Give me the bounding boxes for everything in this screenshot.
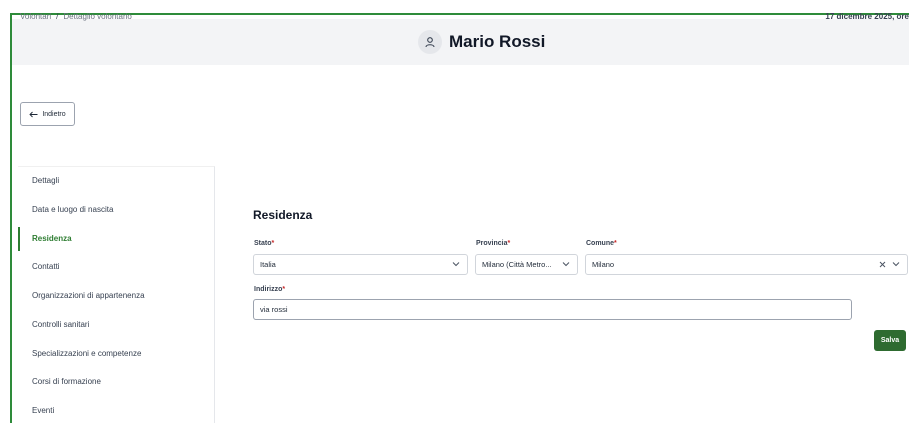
- save-button[interactable]: Salva: [874, 330, 906, 351]
- sidebar-item-organizzazioni[interactable]: Organizzazioni di appartenenza: [18, 284, 214, 308]
- header-title-group: Mario Rossi: [418, 30, 545, 54]
- chevron-down-icon: [562, 262, 570, 267]
- stato-select[interactable]: Italia: [253, 254, 468, 275]
- stato-label: Stato*: [254, 240, 275, 247]
- comune-label: Comune*: [586, 240, 617, 247]
- stato-value: Italia: [260, 260, 276, 269]
- indirizzo-input[interactable]: via rossi: [253, 299, 852, 320]
- breadcrumb-current: Dettaglio volontario: [63, 12, 132, 21]
- sidebar-item-eventi[interactable]: Eventi: [18, 399, 214, 423]
- sidebar-item-residenza[interactable]: Residenza: [18, 227, 214, 251]
- arrow-left-icon: [29, 111, 38, 117]
- sidebar-item-dettagli[interactable]: Dettagli: [18, 169, 214, 193]
- comune-value: Milano: [592, 260, 615, 269]
- sidebar: Dettagli Data e luogo di nascita Residen…: [18, 166, 215, 423]
- sidebar-item-contatti[interactable]: Contatti: [18, 255, 214, 279]
- page-title: Mario Rossi: [449, 32, 546, 51]
- breadcrumb-parent[interactable]: Volontari: [20, 12, 51, 21]
- section-title: Residenza: [253, 208, 313, 222]
- provincia-select[interactable]: Milano (Città Metro...: [475, 254, 578, 275]
- sidebar-item-controlli-sanitari[interactable]: Controlli sanitari: [18, 313, 214, 337]
- comune-select[interactable]: Milano: [585, 254, 908, 275]
- back-button[interactable]: Indietro: [20, 102, 75, 126]
- sidebar-item-specializzazioni[interactable]: Specializzazioni e competenze: [18, 342, 214, 366]
- indirizzo-label: Indirizzo*: [254, 286, 286, 293]
- breadcrumb-separator: /: [56, 12, 59, 21]
- provincia-value: Milano (Città Metro...: [482, 260, 552, 269]
- breadcrumb: Volontari / Dettaglio volontario: [20, 12, 132, 21]
- user-icon: [418, 30, 442, 54]
- date-text: 17 dicembre 2025, ore: [825, 12, 909, 21]
- back-button-label: Indietro: [42, 110, 66, 118]
- clear-icon[interactable]: [879, 261, 886, 268]
- sidebar-item-corsi-formazione[interactable]: Corsi di formazione: [18, 370, 214, 394]
- chevron-down-icon: [892, 262, 900, 267]
- provincia-label: Provincia*: [476, 240, 511, 247]
- page-header: Mario Rossi: [12, 19, 909, 65]
- chevron-down-icon: [452, 262, 460, 267]
- sidebar-item-data-luogo-nascita[interactable]: Data e luogo di nascita: [18, 198, 214, 222]
